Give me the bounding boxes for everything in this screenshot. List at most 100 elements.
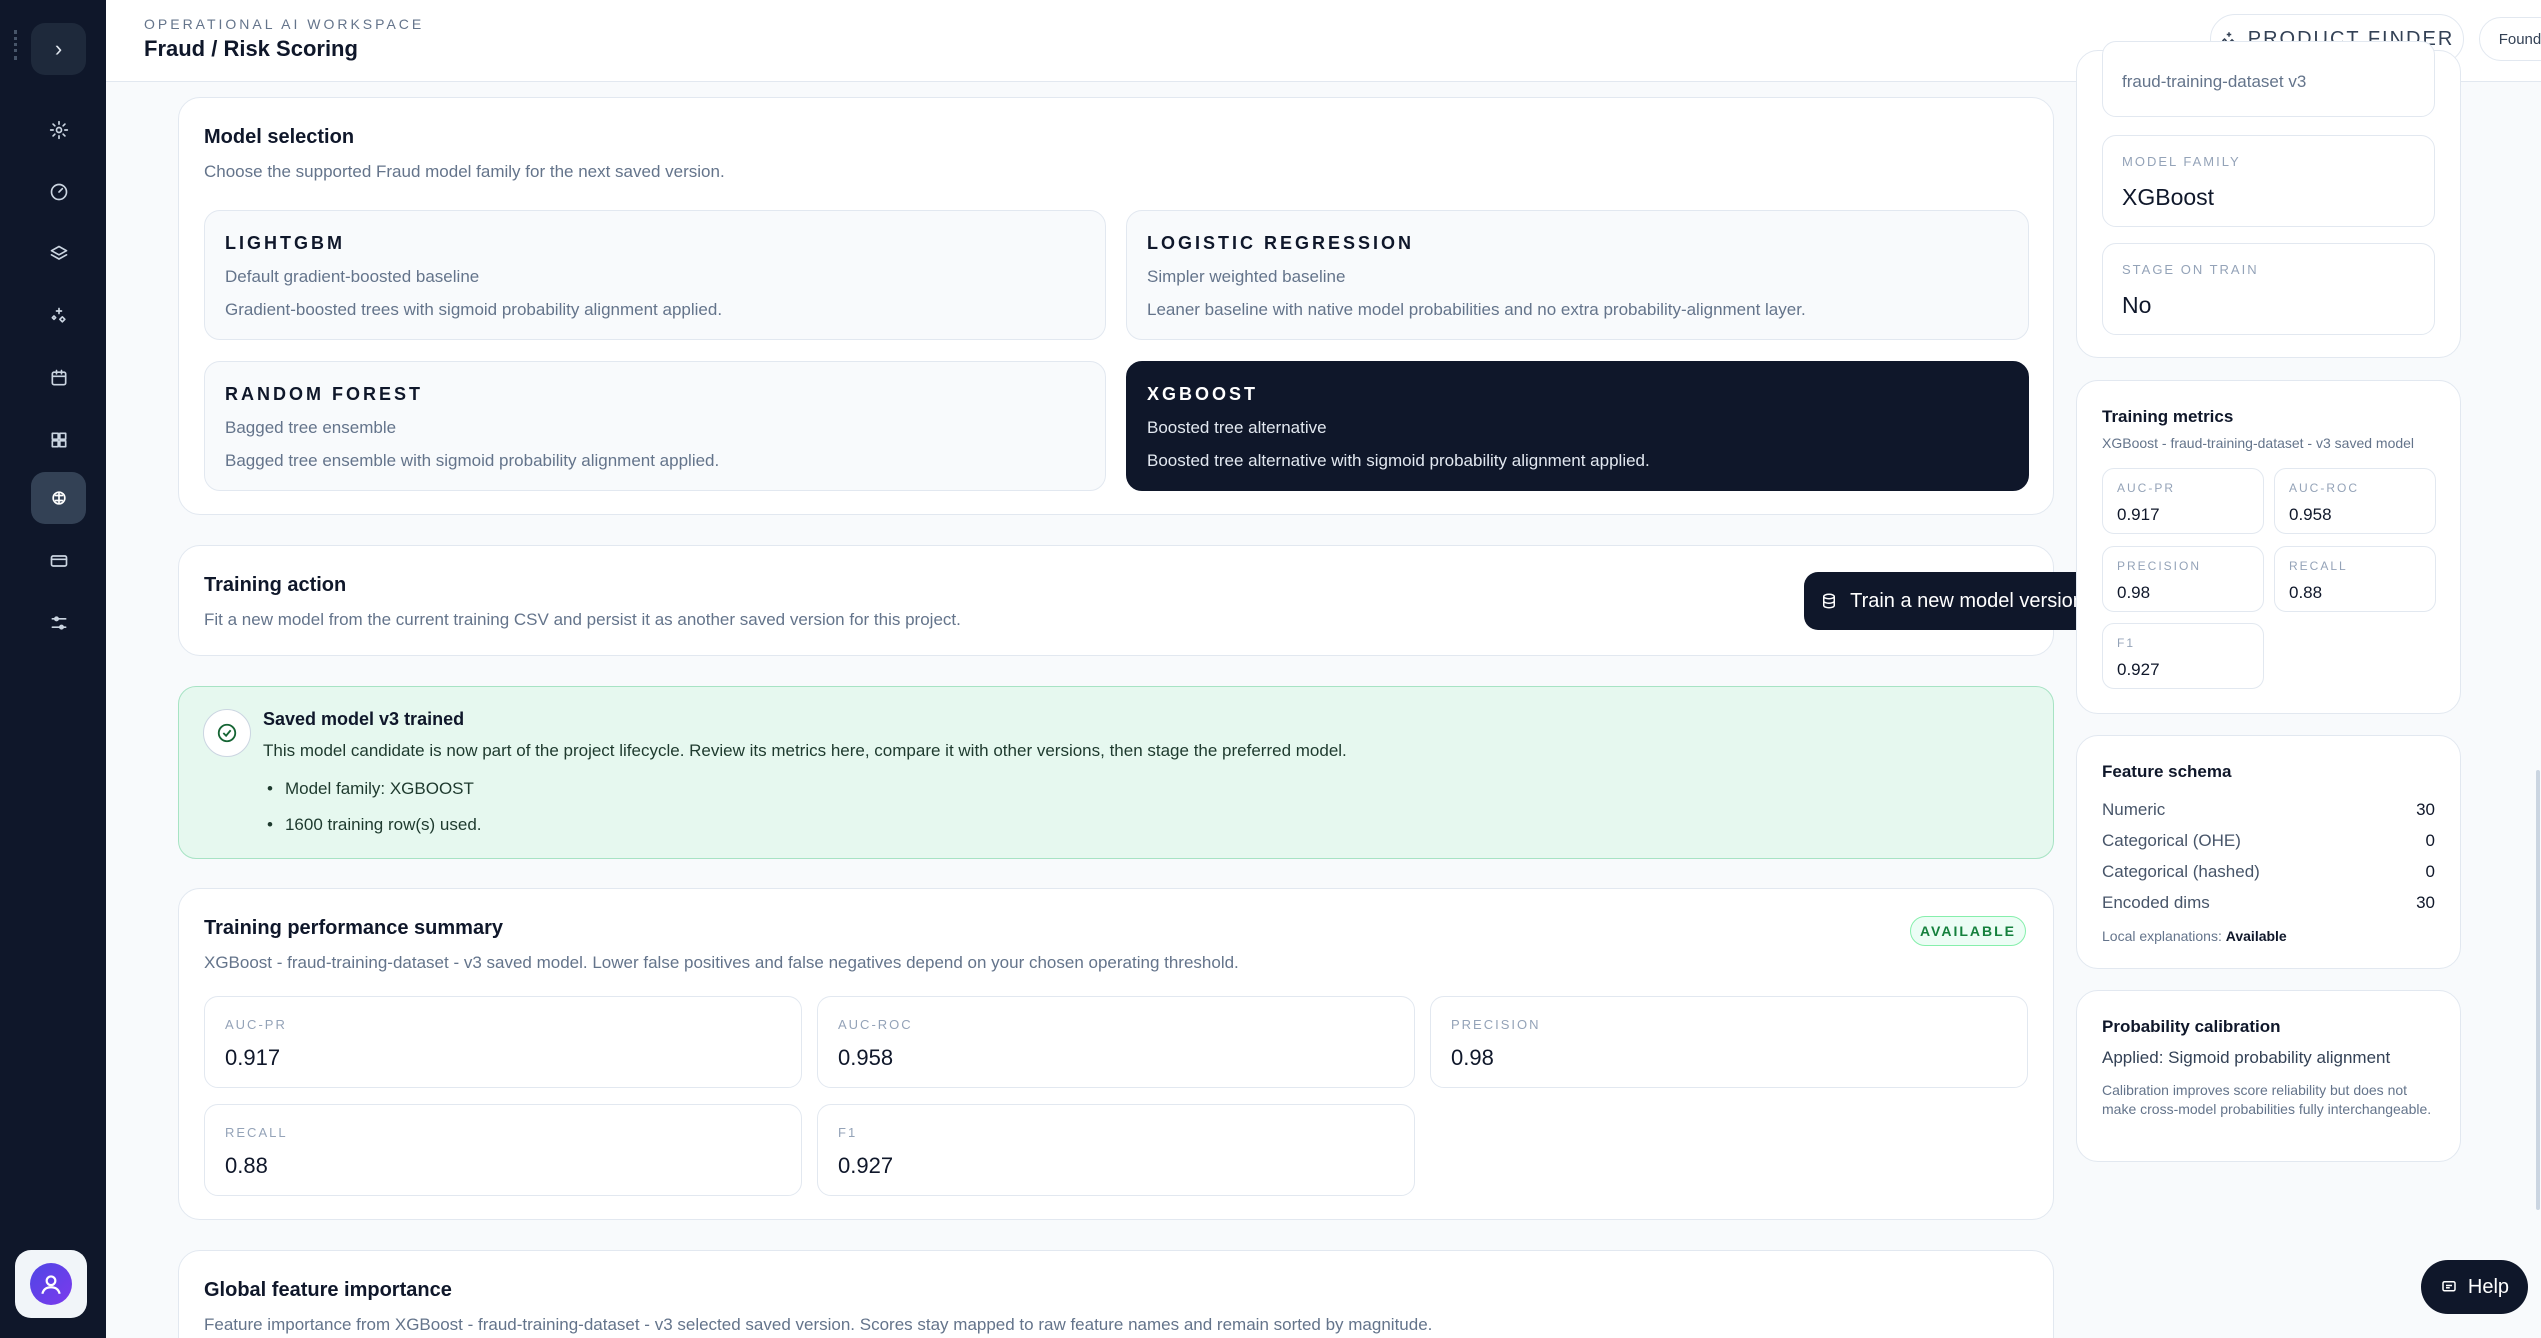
- schema-row: Encoded dims 30: [2102, 893, 2435, 913]
- feature-schema-title: Feature schema: [2102, 762, 2232, 781]
- model-card-description: Gradient-boosted trees with sigmoid prob…: [225, 300, 723, 319]
- metric-label: F1: [838, 1125, 858, 1140]
- metric-value: 0.88: [225, 1153, 268, 1178]
- sparkles-icon: [51, 307, 66, 323]
- metric-label: AUC-ROC: [838, 1017, 913, 1032]
- schema-label: Categorical (OHE): [2102, 831, 2241, 850]
- sidebar-item-ai[interactable]: [31, 290, 86, 342]
- calibration-note: Calibration improves score reliability b…: [2102, 1082, 2432, 1117]
- local-explanations: Local explanations: Available: [2102, 928, 2287, 944]
- database-icon: [1823, 593, 1836, 609]
- sidebar-item-apps[interactable]: [31, 414, 86, 466]
- train-model-button[interactable]: Train a new model version: [1804, 572, 2100, 630]
- sidebar-item-settings[interactable]: [31, 104, 86, 156]
- metric-value: 0.98: [1451, 1045, 1494, 1070]
- sidebar-expand-button[interactable]: ›: [31, 23, 86, 75]
- training-metrics-subtitle: XGBoost - fraud-training-dataset - v3 sa…: [2102, 435, 2415, 451]
- workspace-eyebrow: OPERATIONAL AI WORKSPACE: [144, 16, 425, 32]
- schema-row: Categorical (OHE) 0: [2102, 831, 2435, 851]
- model-card-name: LOGISTIC REGRESSION: [1147, 233, 1415, 253]
- chat-icon: [2442, 1281, 2456, 1292]
- metric-label: PRECISION: [1451, 1017, 1541, 1032]
- brain-icon: [51, 491, 66, 505]
- model-config-panel: fraud-training-dataset v3 MODEL FAMILY X…: [2076, 41, 2461, 358]
- status-badge: AVAILABLE: [1910, 916, 2026, 946]
- training-metric-precision: PRECISION 0.98: [2102, 546, 2264, 612]
- sidebar-item-risk-scoring[interactable]: [31, 472, 86, 524]
- stage-on-train-card: STAGE ON TRAIN No: [2102, 243, 2435, 335]
- help-button[interactable]: Help: [2421, 1260, 2528, 1314]
- model-card-name: XGBOOST: [1147, 384, 1259, 404]
- metric-value: 0.958: [838, 1045, 894, 1070]
- train-model-label: Train a new model version: [1850, 589, 2084, 612]
- metric-card-f1: F1 0.927: [817, 1104, 1415, 1196]
- calendar-icon: [51, 369, 66, 386]
- metric-card-auc-roc: AUC-ROC 0.958: [817, 996, 1415, 1088]
- layers-icon: [50, 245, 67, 260]
- metric-label: PRECISION: [2117, 559, 2202, 573]
- training-action-panel: Training action Fit a new model from the…: [178, 545, 2100, 656]
- page-title: Fraud / Risk Scoring: [144, 36, 358, 61]
- sidebar-item-billing[interactable]: [31, 535, 86, 587]
- success-bullet: 1600 training row(s) used.: [263, 815, 482, 835]
- avatar: [30, 1263, 72, 1305]
- metric-card-precision: PRECISION 0.98: [1430, 996, 2028, 1088]
- account-button[interactable]: Founder account: [2479, 17, 2541, 61]
- model-card-lightgbm[interactable]: LIGHTGBM Default gradient-boosted baseli…: [204, 210, 1106, 340]
- gear-icon: [49, 120, 68, 140]
- metric-value: 0.88: [2289, 583, 2323, 602]
- calibration-title: Probability calibration: [2102, 1017, 2281, 1036]
- sidebar-drag-handle[interactable]: [14, 30, 17, 60]
- model-card-description: Boosted tree alternative with sigmoid pr…: [1147, 451, 1650, 470]
- metric-value: 0.917: [2117, 505, 2160, 524]
- metric-value: 0.917: [225, 1045, 281, 1070]
- model-card-tag: Simpler weighted baseline: [1147, 267, 1346, 286]
- feature-importance-subtitle: Feature importance from XGBoost - fraud-…: [204, 1315, 1433, 1334]
- gauge-icon: [50, 183, 67, 201]
- dataset-value: fraud-training-dataset v3: [2122, 72, 2307, 91]
- sliders-icon: [51, 616, 66, 630]
- model-card-logistic-regression[interactable]: LOGISTIC REGRESSION Simpler weighted bas…: [1126, 210, 2029, 340]
- metric-value: 0.98: [2117, 583, 2151, 602]
- metric-label: RECALL: [225, 1125, 288, 1140]
- model-card-description: Bagged tree ensemble with sigmoid probab…: [225, 451, 720, 470]
- dataset-card: fraud-training-dataset v3: [2102, 41, 2435, 117]
- model-card-random-forest[interactable]: RANDOM FOREST Bagged tree ensemble Bagge…: [204, 361, 1106, 491]
- performance-summary-panel: Training performance summary AVAILABLE X…: [178, 888, 2054, 1220]
- schema-label: Numeric: [2102, 800, 2166, 819]
- schema-row: Categorical (hashed) 0: [2102, 862, 2435, 882]
- training-metric-f1: F1 0.927: [2102, 623, 2264, 689]
- model-selection-subtitle: Choose the supported Fraud model family …: [204, 162, 725, 181]
- sidebar-item-datasets[interactable]: [31, 228, 86, 280]
- user-avatar-button[interactable]: [15, 1250, 87, 1318]
- feature-importance-panel: Global feature importance Feature import…: [178, 1250, 2054, 1338]
- sidebar-item-calendar[interactable]: [31, 352, 86, 404]
- training-metrics-panel: Training metrics XGBoost - fraud-trainin…: [2076, 380, 2461, 714]
- stage-on-train-value: No: [2122, 292, 2152, 318]
- model-card-name: LIGHTGBM: [225, 233, 345, 253]
- model-card-description: Leaner baseline with native model probab…: [1147, 300, 1806, 319]
- training-metric-auc-roc: AUC-ROC 0.958: [2274, 468, 2436, 534]
- sidebar-item-dashboard[interactable]: [31, 166, 86, 218]
- success-bullet: Model family: XGBOOST: [263, 779, 474, 799]
- metric-label: AUC-ROC: [2289, 481, 2359, 495]
- performance-title: Training performance summary: [204, 917, 503, 939]
- metric-label: AUC-PR: [2117, 481, 2176, 495]
- sidebar: ›: [0, 0, 106, 1338]
- metric-card-recall: RECALL 0.88: [204, 1104, 802, 1196]
- stage-on-train-label: STAGE ON TRAIN: [2122, 262, 2259, 277]
- local-explanations-label: Local explanations:: [2102, 928, 2222, 944]
- metric-label: AUC-PR: [225, 1017, 287, 1032]
- model-card-xgboost[interactable]: XGBOOST Boosted tree alternative Boosted…: [1126, 361, 2029, 491]
- success-title: Saved model v3 trained: [263, 709, 465, 729]
- training-metrics-title: Training metrics: [2102, 407, 2234, 426]
- metric-label: RECALL: [2289, 559, 2348, 573]
- sidebar-item-filters[interactable]: [31, 597, 86, 649]
- model-family-value: XGBoost: [2122, 184, 2215, 210]
- feature-importance-title: Global feature importance: [204, 1279, 452, 1301]
- training-action-subtitle: Fit a new model from the current trainin…: [204, 610, 961, 629]
- metric-label: F1: [2117, 636, 2136, 650]
- calibration-panel: Probability calibration Applied: Sigmoid…: [2076, 990, 2461, 1162]
- performance-subtitle: XGBoost - fraud-training-dataset - v3 sa…: [204, 953, 1239, 972]
- page-scrollbar[interactable]: [2536, 770, 2540, 1210]
